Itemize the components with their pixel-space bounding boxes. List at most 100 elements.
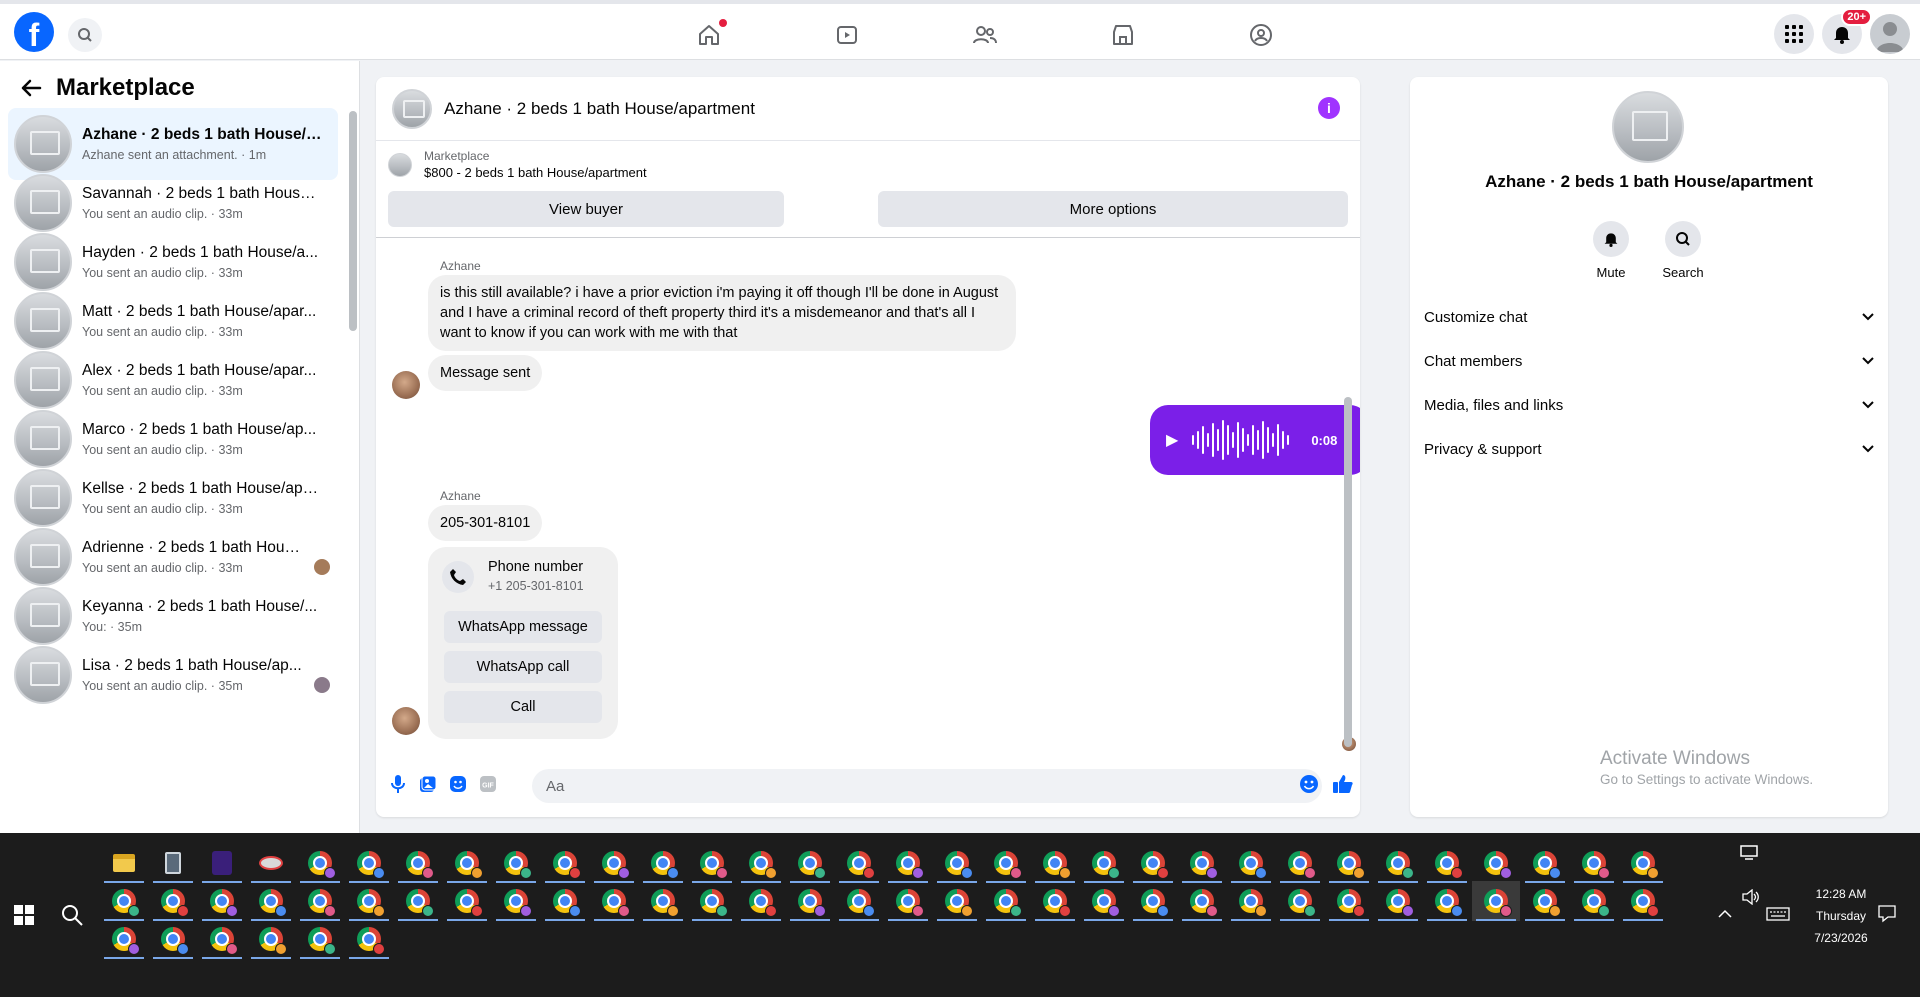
taskbar-app-button[interactable]: [933, 843, 981, 883]
taskbar-app-button[interactable]: [345, 881, 393, 921]
nav-watch[interactable]: [778, 14, 916, 56]
taskbar-app-button[interactable]: [394, 881, 442, 921]
taskbar-app-button[interactable]: [884, 843, 932, 883]
profile-avatar[interactable]: [1870, 14, 1910, 54]
taskbar-app-button[interactable]: [982, 843, 1030, 883]
taskbar-app-button[interactable]: [1227, 843, 1275, 883]
taskbar-app-button[interactable]: [1129, 843, 1177, 883]
facebook-logo[interactable]: f: [14, 12, 54, 52]
taskbar-app-button[interactable]: [149, 919, 197, 959]
photo-icon[interactable]: [418, 774, 438, 794]
listing-summary[interactable]: Marketplace $800 - 2 beds 1 bath House/a…: [388, 149, 647, 180]
taskbar-app-button[interactable]: [1472, 843, 1520, 883]
taskbar-app-button[interactable]: [884, 881, 932, 921]
taskbar-app-button[interactable]: [639, 843, 687, 883]
clock-day[interactable]: Thursday: [1806, 909, 1876, 923]
taskbar-app-button[interactable]: [1276, 881, 1324, 921]
microphone-icon[interactable]: [388, 774, 408, 794]
windows-start-icon[interactable]: [14, 905, 34, 925]
taskbar-app-button[interactable]: [492, 843, 540, 883]
sticker-icon[interactable]: [448, 774, 468, 794]
taskbar-app-button[interactable]: [100, 881, 148, 921]
taskbar-app-button[interactable]: [492, 881, 540, 921]
menu-button[interactable]: [1774, 14, 1814, 54]
taskbar-app-button[interactable]: [1521, 881, 1569, 921]
taskbar-app-button[interactable]: [100, 843, 148, 883]
taskbar-app-button[interactable]: [1423, 843, 1471, 883]
taskbar-app-button[interactable]: [590, 843, 638, 883]
taskbar-app-button[interactable]: [1619, 843, 1667, 883]
taskbar-app-button[interactable]: [1325, 843, 1373, 883]
call-button[interactable]: Call: [444, 691, 602, 723]
taskbar-app-button[interactable]: [1080, 843, 1128, 883]
taskbar-app-button[interactable]: [345, 919, 393, 959]
media-files-links-row[interactable]: Media, files and links: [1424, 385, 1874, 425]
clock-date[interactable]: 7/23/2026: [1806, 931, 1876, 945]
play-icon[interactable]: ▶: [1166, 430, 1178, 450]
taskbar-app-button[interactable]: [737, 881, 785, 921]
taskbar-app-button[interactable]: [1423, 881, 1471, 921]
volume-icon[interactable]: [1742, 889, 1760, 905]
taskbar-app-button[interactable]: [786, 843, 834, 883]
taskbar-app-button[interactable]: [786, 881, 834, 921]
taskbar-search-icon[interactable]: [60, 903, 84, 927]
taskbar-app-button[interactable]: [247, 881, 295, 921]
thumbs-up-icon[interactable]: [1332, 774, 1354, 794]
conversation-item[interactable]: Lisa · 2 beds 1 bath House/ap... You sent…: [8, 639, 338, 711]
sidebar-scrollbar[interactable]: [349, 111, 357, 331]
audio-message[interactable]: ▶ 0:08: [1150, 405, 1360, 475]
taskbar-app-button[interactable]: [737, 843, 785, 883]
back-arrow-icon[interactable]: [20, 78, 42, 98]
taskbar-app-button[interactable]: [1619, 881, 1667, 921]
taskbar-app-button[interactable]: [1080, 881, 1128, 921]
emoji-icon[interactable]: [1299, 774, 1319, 794]
taskbar-app-button[interactable]: [443, 881, 491, 921]
mute-button[interactable]: Mute: [1576, 221, 1646, 280]
taskbar-app-button[interactable]: [590, 881, 638, 921]
taskbar-app-button[interactable]: [198, 919, 246, 959]
taskbar-app-button[interactable]: [1227, 881, 1275, 921]
keyboard-icon[interactable]: [1766, 907, 1790, 921]
whatsapp-message-button[interactable]: WhatsApp message: [444, 611, 602, 643]
taskbar-app-button[interactable]: [1031, 881, 1079, 921]
taskbar-app-button[interactable]: [1570, 881, 1618, 921]
taskbar-app-button[interactable]: [1472, 881, 1520, 921]
taskbar-app-button[interactable]: [688, 843, 736, 883]
taskbar-app-button[interactable]: [1521, 843, 1569, 883]
more-options-button[interactable]: More options: [878, 191, 1348, 227]
notifications-button[interactable]: 20+: [1822, 8, 1872, 54]
taskbar-app-button[interactable]: [296, 843, 344, 883]
taskbar-app-button[interactable]: [541, 881, 589, 921]
taskbar-app-button[interactable]: [1031, 843, 1079, 883]
nav-marketplace[interactable]: [1054, 14, 1192, 56]
taskbar-app-button[interactable]: [443, 843, 491, 883]
taskbar-app-button[interactable]: [247, 843, 295, 883]
taskbar-app-button[interactable]: [149, 843, 197, 883]
taskbar-app-button[interactable]: [982, 881, 1030, 921]
search-button[interactable]: [68, 18, 102, 52]
taskbar-app-button[interactable]: [1276, 843, 1324, 883]
taskbar-app-button[interactable]: [1178, 881, 1226, 921]
gif-icon[interactable]: GIF: [478, 774, 498, 794]
taskbar-app-button[interactable]: [296, 881, 344, 921]
taskbar-app-button[interactable]: [688, 881, 736, 921]
taskbar-app-button[interactable]: [296, 919, 344, 959]
taskbar-app-button[interactable]: [1570, 843, 1618, 883]
taskbar-app-button[interactable]: [345, 843, 393, 883]
taskbar-app-button[interactable]: [247, 919, 295, 959]
whatsapp-call-button[interactable]: WhatsApp call: [444, 651, 602, 683]
taskbar-app-button[interactable]: [541, 843, 589, 883]
nav-groups[interactable]: [1192, 14, 1330, 56]
nav-home[interactable]: [640, 14, 778, 56]
taskbar-app-button[interactable]: [835, 843, 883, 883]
chevron-up-icon[interactable]: [1718, 909, 1732, 919]
taskbar-app-button[interactable]: [149, 881, 197, 921]
taskbar-app-button[interactable]: [1325, 881, 1373, 921]
taskbar-app-button[interactable]: [639, 881, 687, 921]
nav-friends[interactable]: [916, 14, 1054, 56]
network-icon[interactable]: [1740, 845, 1758, 861]
taskbar-app-button[interactable]: [933, 881, 981, 921]
taskbar-app-button[interactable]: [1178, 843, 1226, 883]
chat-members-row[interactable]: Chat members: [1424, 341, 1874, 381]
search-conversation-button[interactable]: Search: [1648, 221, 1718, 280]
